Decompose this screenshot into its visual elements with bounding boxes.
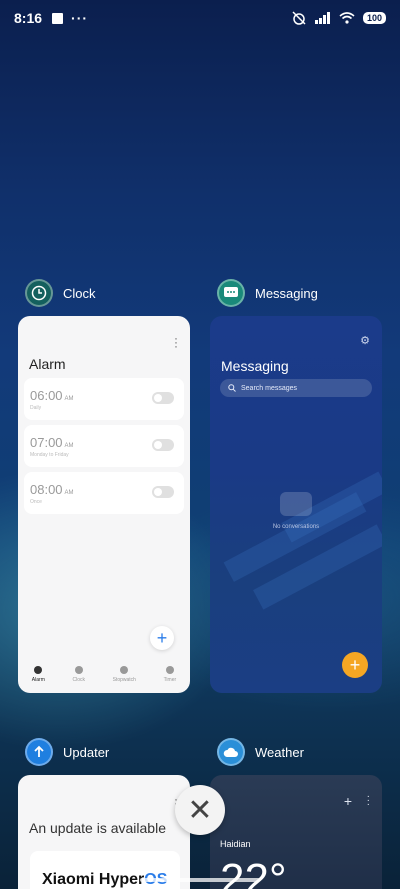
alarm-ampm: AM — [64, 396, 74, 402]
tab-timer[interactable]: Timer — [163, 666, 177, 690]
app-name-messaging: Messaging — [255, 285, 318, 301]
search-input[interactable]: Search messages — [220, 379, 372, 397]
updater-app-card[interactable]: ··· An update is available Xiaomi HyperO… — [18, 775, 190, 889]
app-header-weather[interactable]: Weather — [217, 738, 304, 766]
chat-bubble-icon — [280, 492, 312, 516]
clock-tab-bar: Alarm Clock Stopwatch Timer — [18, 666, 190, 690]
gesture-handle[interactable] — [140, 878, 260, 882]
new-message-button[interactable]: + — [342, 652, 368, 678]
app-header-messaging[interactable]: Messaging — [217, 279, 318, 307]
search-placeholder: Search messages — [241, 384, 298, 392]
app-header-updater[interactable]: Updater — [25, 738, 109, 766]
search-icon — [228, 384, 236, 392]
tab-label: Timer — [163, 677, 177, 683]
app-name-weather: Weather — [255, 744, 304, 760]
alarm-clock-icon — [34, 666, 43, 674]
signal-icon — [314, 12, 330, 24]
alarm-time: 07:00 — [30, 435, 63, 450]
alarm-time: 08:00 — [30, 482, 63, 497]
app-header-clock[interactable]: Clock — [25, 279, 96, 307]
brand-text: Xiaomi Hyper — [42, 871, 145, 888]
temperature: 22° — [220, 855, 287, 889]
messaging-title: Messaging — [221, 358, 289, 374]
weather-app-card[interactable]: + · · · Haidian 22° — [210, 775, 382, 889]
clock-app-card[interactable]: · · · Alarm 06:00 AM Daily 07:00 AM Monday t… — [18, 316, 190, 693]
alarm-repeat: Once — [30, 499, 42, 505]
alarm-repeat: Monday to Friday — [30, 452, 69, 458]
empty-state-text: No conversations — [272, 524, 320, 530]
more-options-icon[interactable]: ··· — [367, 792, 370, 810]
alarm-item[interactable]: 08:00 AM Once — [24, 472, 184, 514]
stopwatch-icon — [120, 666, 129, 674]
tab-clock[interactable]: Clock — [72, 666, 85, 690]
alarm-repeat: Daily — [30, 405, 42, 411]
settings-icon[interactable]: ⚙ — [360, 334, 370, 347]
more-options-icon[interactable]: ··· — [174, 332, 178, 352]
alarm-ampm: AM — [64, 443, 74, 449]
tab-stopwatch[interactable]: Stopwatch — [113, 666, 136, 690]
tab-label: Stopwatch — [112, 677, 136, 683]
clock-app-icon — [25, 279, 53, 307]
alarm-title: Alarm — [29, 356, 66, 372]
tab-alarm[interactable]: Alarm — [32, 666, 45, 690]
hourglass-icon — [165, 666, 174, 674]
status-bar: 8:16 ··· 100 — [0, 0, 400, 36]
wifi-icon — [339, 12, 355, 24]
weather-app-icon — [217, 738, 245, 766]
messaging-app-card[interactable]: ⚙ Messaging Search messages No conversat… — [210, 316, 382, 693]
alarm-toggle[interactable] — [152, 392, 174, 404]
alarm-item[interactable]: 06:00 AM Daily — [24, 378, 184, 420]
notification-icon — [52, 12, 64, 24]
alarm-toggle[interactable] — [152, 486, 174, 498]
alarm-toggle[interactable] — [152, 439, 174, 451]
status-time: 8:16 — [14, 10, 43, 26]
tab-label: Clock — [72, 677, 85, 683]
clock-icon — [74, 666, 83, 674]
close-all-button[interactable]: ✕ — [175, 785, 225, 835]
hyperos-logo: Xiaomi HyperOS — [30, 851, 180, 889]
updater-app-icon — [25, 738, 53, 766]
battery-indicator: 100 — [362, 12, 386, 24]
add-city-button[interactable]: + — [344, 793, 352, 809]
update-message: An update is available — [29, 820, 166, 836]
alarm-off-icon — [292, 11, 306, 25]
alarm-item[interactable]: 07:00 AM Monday to Friday — [24, 425, 184, 467]
app-name-updater: Updater — [63, 744, 110, 760]
app-name-clock: Clock — [63, 285, 96, 301]
city-name: Haidian — [220, 839, 251, 849]
more-notifications-icon: ··· — [71, 10, 89, 26]
alarm-time: 06:00 — [30, 388, 63, 403]
alarm-ampm: AM — [64, 490, 74, 496]
messaging-app-icon — [217, 279, 245, 307]
add-alarm-button[interactable]: + — [150, 626, 174, 650]
tab-label: Alarm — [31, 677, 45, 683]
